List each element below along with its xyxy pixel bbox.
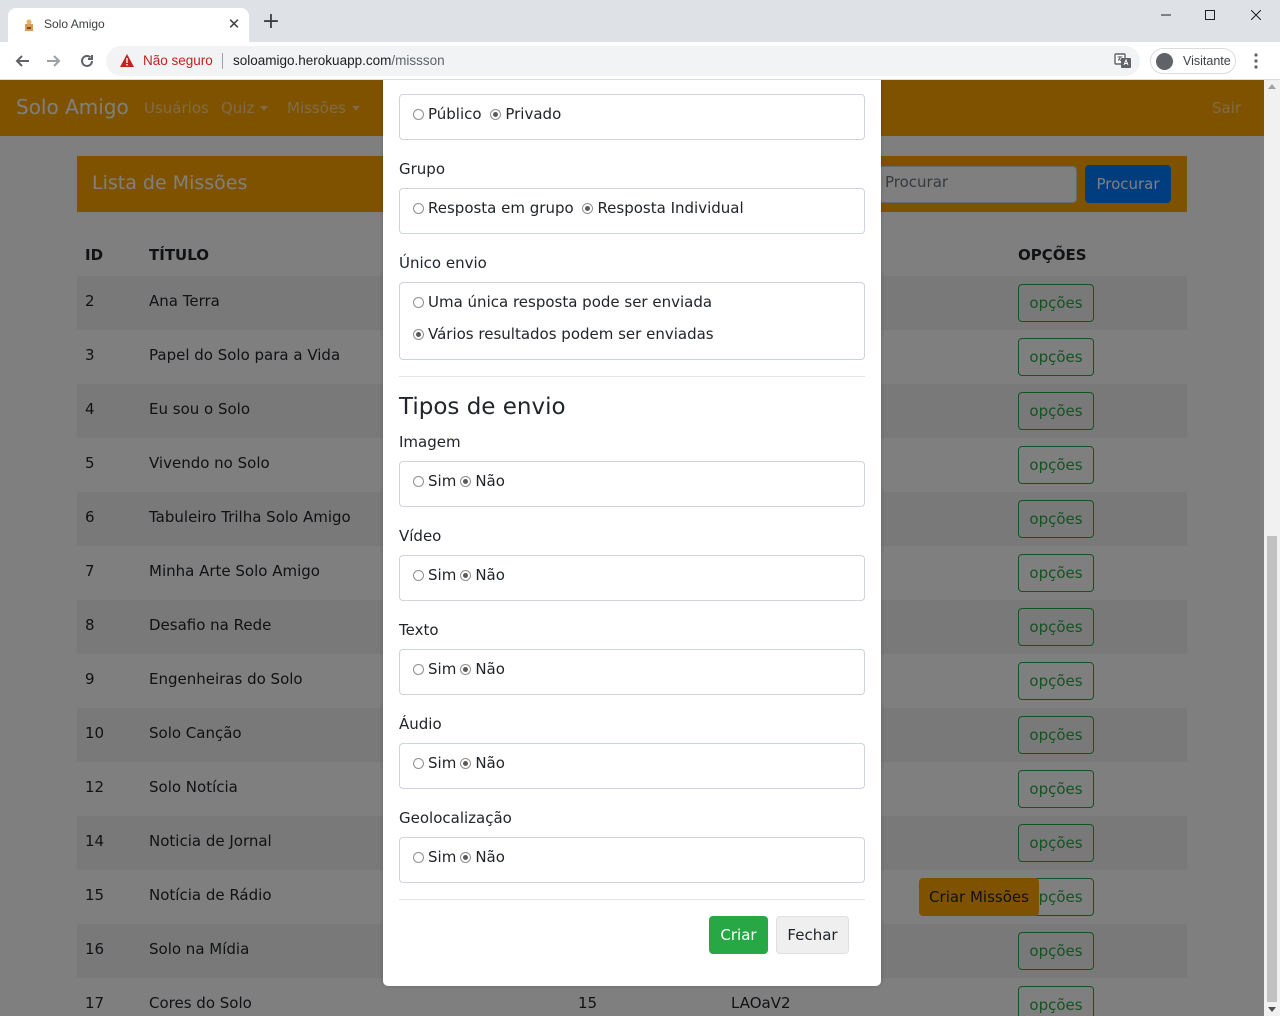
submission-type-options: Sim Não [413, 472, 509, 490]
submission-type-label: Vídeo [399, 527, 442, 545]
close-icon[interactable] [1233, 0, 1279, 32]
submission-type-box: Sim Não [399, 461, 865, 507]
radio-nao[interactable] [460, 570, 472, 581]
scroll-up-icon[interactable] [1268, 84, 1276, 89]
submission-type-label: Imagem [399, 433, 461, 451]
scroll-thumb[interactable] [1267, 536, 1277, 1002]
radio-sim-label[interactable]: Sim [428, 848, 456, 866]
not-secure-label[interactable]: Não seguro [143, 53, 213, 68]
group-label: Grupo [399, 160, 445, 178]
translate-icon[interactable] [1114, 52, 1132, 70]
forward-arrow-icon[interactable] [40, 47, 68, 75]
radio-nao[interactable] [460, 852, 472, 863]
url-host: soloamigo.herokuapp.com [233, 53, 392, 68]
visibility-group: Público Privado [399, 94, 865, 140]
submission-type-options: Sim Não [413, 754, 509, 772]
radio-sim-label[interactable]: Sim [428, 660, 456, 678]
single-send-box: Uma única resposta pode ser enviada Vári… [399, 282, 865, 360]
avatar-icon [1156, 53, 1173, 70]
url-text[interactable]: soloamigo.herokuapp.com/missson [233, 53, 445, 68]
radio-nao[interactable] [460, 664, 472, 675]
new-tab-button[interactable]: + [258, 10, 284, 36]
create-button[interactable]: Criar [709, 916, 768, 954]
radio-nao[interactable] [460, 476, 472, 487]
submission-type-box: Sim Não [399, 555, 865, 601]
back-arrow-icon[interactable] [8, 47, 36, 75]
browser-toolbar: Não seguro soloamigo.herokuapp.com/misss… [0, 42, 1280, 80]
radio-nao[interactable] [460, 758, 472, 769]
radio-unica-resposta[interactable] [413, 297, 424, 308]
radio-nao-label[interactable]: Não [475, 848, 505, 866]
close-button[interactable]: Fechar [776, 916, 849, 954]
radio-varios-resultados[interactable] [413, 329, 424, 340]
maximize-icon[interactable] [1187, 0, 1233, 32]
submission-type-options: Sim Não [413, 848, 509, 866]
submission-type-box: Sim Não [399, 837, 865, 883]
create-mission-modal: Público Privado Grupo Resposta em grupo … [383, 80, 881, 986]
menu-dots-icon[interactable] [1246, 51, 1266, 71]
radio-nao-label[interactable]: Não [475, 472, 505, 490]
reload-icon[interactable] [73, 47, 101, 75]
submission-type-label: Áudio [399, 715, 442, 733]
visibility-options: Público Privado [413, 105, 565, 123]
footer-divider [399, 899, 865, 900]
radio-nao-label[interactable]: Não [475, 566, 505, 584]
submission-type-box: Sim Não [399, 649, 865, 695]
minimize-icon[interactable] [1143, 0, 1189, 32]
page-scrollbar[interactable] [1264, 80, 1280, 1016]
submission-type-label: Geolocalização [399, 809, 512, 827]
radio-sim[interactable] [413, 852, 424, 863]
profile-label: Visitante [1183, 54, 1231, 68]
radio-privado-label[interactable]: Privado [505, 105, 561, 123]
radio-nao-label[interactable]: Não [475, 660, 505, 678]
submission-type-options: Sim Não [413, 660, 509, 678]
warning-icon [120, 54, 134, 67]
page-viewport: Solo Amigo Usuários Quiz Missões Sair Li… [0, 80, 1264, 1016]
radio-resposta-em-grupo[interactable] [413, 203, 424, 214]
group-options-box: Resposta em grupo Resposta Individual [399, 188, 865, 234]
scroll-down-icon[interactable] [1268, 1007, 1276, 1012]
browser-tab-strip: Solo Amigo ✕ + [0, 0, 1280, 42]
radio-sim[interactable] [413, 476, 424, 487]
tab-title: Solo Amigo [44, 17, 105, 31]
radio-sim[interactable] [413, 758, 424, 769]
group-options: Resposta em grupo Resposta Individual [413, 199, 748, 217]
submission-type-box: Sim Não [399, 743, 865, 789]
address-separator [222, 53, 223, 69]
submission-type-options: Sim Não [413, 566, 509, 584]
tab-close-icon[interactable]: ✕ [225, 15, 243, 33]
radio-sim-label[interactable]: Sim [428, 566, 456, 584]
radio-resposta-em-grupo-label[interactable]: Resposta em grupo [428, 199, 574, 217]
radio-unica-resposta-label[interactable]: Uma única resposta pode ser enviada [428, 293, 712, 311]
radio-privado[interactable] [490, 109, 502, 120]
radio-resposta-individual[interactable] [582, 203, 594, 214]
profile-button[interactable]: Visitante [1150, 48, 1236, 74]
radio-sim-label[interactable]: Sim [428, 472, 456, 490]
radio-varios-resultados-label[interactable]: Vários resultados podem ser enviadas [428, 325, 714, 343]
radio-sim[interactable] [413, 570, 424, 581]
radio-sim-label[interactable]: Sim [428, 754, 456, 772]
single-send-option-2: Vários resultados podem ser enviadas [413, 325, 718, 343]
radio-nao-label[interactable]: Não [475, 754, 505, 772]
single-send-label: Único envio [399, 254, 487, 272]
url-path: /missson [391, 53, 445, 68]
radio-publico[interactable] [413, 109, 424, 120]
section-title: Tipos de envio [399, 394, 566, 420]
radio-sim[interactable] [413, 664, 424, 675]
divider [399, 376, 865, 377]
solo-amigo-favicon [25, 19, 33, 31]
single-send-option-1: Uma única resposta pode ser enviada [413, 293, 716, 311]
browser-tab[interactable]: Solo Amigo ✕ [8, 8, 249, 42]
radio-resposta-individual-label[interactable]: Resposta Individual [597, 199, 743, 217]
radio-publico-label[interactable]: Público [428, 105, 482, 123]
address-bar[interactable]: Não seguro soloamigo.herokuapp.com/misss… [106, 46, 1140, 76]
submission-type-label: Texto [399, 621, 439, 639]
